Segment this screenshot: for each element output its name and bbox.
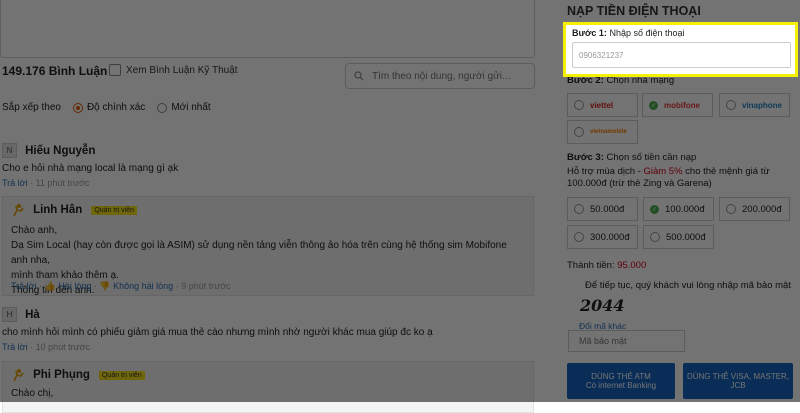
carrier-mobifone[interactable]: ✓ mobifone (642, 93, 713, 117)
sort-option-label: Độ chính xác (86, 102, 146, 113)
radio-selected-icon[interactable] (72, 102, 83, 113)
tech-comments-checkbox[interactable]: Xem Bình Luận Kỹ Thuật (109, 64, 238, 76)
topup-panel: NẠP TIỀN ĐIỆN THOẠI Bước 2: Chọn nhà mạn… (558, 0, 800, 402)
comment-time: 10 phút trước (35, 342, 91, 352)
captcha-note: Để tiếp tục, quý khách vui lòng nhập mã … (585, 280, 791, 291)
reply-time: 9 phút trước (181, 281, 231, 291)
reply-link[interactable]: Trả lời (2, 342, 28, 352)
comment-author: Hiếu Nguyễn (25, 144, 96, 157)
dislike-link[interactable]: Không hài lòng (113, 281, 173, 291)
comment-text: cho mình hỏi mình có phiếu giảm giá mua … (2, 327, 433, 338)
radio-icon[interactable] (574, 127, 584, 137)
step2-label: Bước 2: Chọn nhà mạng (567, 75, 675, 86)
step3-label: Bước 3: Chọn số tiền cần nạp (567, 152, 697, 163)
comment-search[interactable] (345, 63, 535, 89)
reply-link[interactable]: Trả lời (11, 281, 37, 291)
comments-section: 149.176 Bình Luận Xem Bình Luận Kỹ Thuật… (0, 0, 545, 413)
reply-line: Chào chị, (11, 388, 54, 399)
admin-badge: Quản trị viên (91, 205, 138, 215)
check-icon: ✓ (650, 204, 659, 214)
staff-icon (13, 204, 24, 217)
radio-icon[interactable] (574, 100, 584, 110)
reply-link[interactable]: Trả lời (2, 178, 28, 188)
thumbs-up-icon: 👍 (44, 281, 56, 291)
sort-option-label: Mới nhất (171, 102, 211, 113)
like-link[interactable]: Hài lòng (58, 281, 91, 291)
amount-option[interactable]: 300.000đ (567, 225, 638, 249)
reply-line: Chào anh, (11, 225, 58, 236)
radio-icon[interactable] (157, 102, 168, 113)
radio-icon[interactable] (726, 204, 736, 214)
comment-meta: Trả lời · 10 phút trước (2, 342, 91, 352)
promo-text: Hỗ trợ mùa dịch - Giảm 5% cho thẻ mệnh g… (567, 166, 770, 189)
pay-atm-button[interactable]: DÙNG THẺ ATM Có internet Banking (567, 363, 675, 399)
comment-author: Hà (25, 308, 40, 321)
comment-item: N Hiếu Nguyễn Cho e hỏi nhà mạng local l… (2, 143, 178, 188)
check-icon: ✓ (649, 100, 658, 110)
radio-icon[interactable] (574, 232, 584, 242)
total-amount: Thành tiền: 95.000 (567, 260, 647, 271)
mobifone-logo: mobifone (664, 100, 700, 110)
reply-line: Dạ Sim Local (hay còn được gọi là ASIM) … (11, 240, 507, 266)
comment-item: H Hà cho mình hỏi mình có phiếu giảm giá… (2, 307, 433, 352)
captcha-input[interactable]: Mã bảo mật (568, 330, 685, 352)
carrier-vietnamobile[interactable]: vietnamobile (567, 120, 638, 144)
panel-title: NẠP TIỀN ĐIỆN THOẠI (567, 4, 701, 18)
sort-accuracy-radio[interactable]: Độ chính xác (72, 102, 146, 113)
radio-icon[interactable] (574, 204, 584, 214)
comment-time: 11 phút trước (35, 178, 90, 188)
pay-visa-button[interactable]: DÙNG THẺ VISA, MASTER, JCB (683, 363, 793, 399)
comment-count: 149.176 Bình Luận (2, 64, 108, 78)
reply-author: Linh Hân (33, 204, 83, 216)
amount-option[interactable]: 200.000đ (719, 197, 790, 221)
sort-label: Sắp xếp theo (2, 102, 61, 113)
amount-option[interactable]: 50.000đ (567, 197, 638, 221)
vietnamobile-logo: vietnamobile (590, 129, 627, 135)
reply-author: Phi Phụng (33, 369, 90, 381)
search-input[interactable] (370, 69, 524, 83)
search-icon (354, 71, 364, 81)
avatar: N (2, 143, 17, 158)
comment-textarea[interactable] (0, 0, 535, 58)
thumbs-down-icon: 👎 (99, 281, 111, 291)
carrier-vinaphone[interactable]: vinaphone (719, 93, 790, 117)
tech-checkbox-label: Xem Bình Luận Kỹ Thuật (126, 64, 238, 76)
carrier-viettel[interactable]: viettel (567, 93, 638, 117)
avatar: H (2, 307, 17, 322)
vinaphone-logo: vinaphone (742, 100, 783, 110)
viettel-logo: viettel (590, 100, 614, 110)
checkbox-icon[interactable] (109, 64, 121, 76)
amount-option[interactable]: ✓ 100.000đ (643, 197, 714, 221)
radio-icon[interactable] (650, 232, 660, 242)
radio-icon[interactable] (726, 100, 736, 110)
sort-newest-radio[interactable]: Mới nhất (157, 102, 211, 113)
amount-option[interactable]: 500.000đ (643, 225, 714, 249)
staff-reply: Phi Phụng Quản trị viên Chào chị, (2, 361, 534, 413)
comment-text: Cho e hỏi nhà mạng local là mạng gì ạk (2, 163, 179, 174)
admin-badge: Quản trị viên (98, 370, 145, 380)
captcha-image: 2044 (580, 296, 625, 315)
sort-bar: Sắp xếp theo Độ chính xác Mới nhất (2, 102, 211, 113)
staff-reply: Linh Hân Quản trị viên Chào anh, Dạ Sim … (2, 196, 534, 296)
reply-meta: Trả lời · 👍 Hài lòng · 👎 Không hài lòng … (11, 281, 231, 291)
comment-meta: Trả lời · 11 phút trước (2, 178, 90, 188)
staff-icon (13, 369, 24, 382)
